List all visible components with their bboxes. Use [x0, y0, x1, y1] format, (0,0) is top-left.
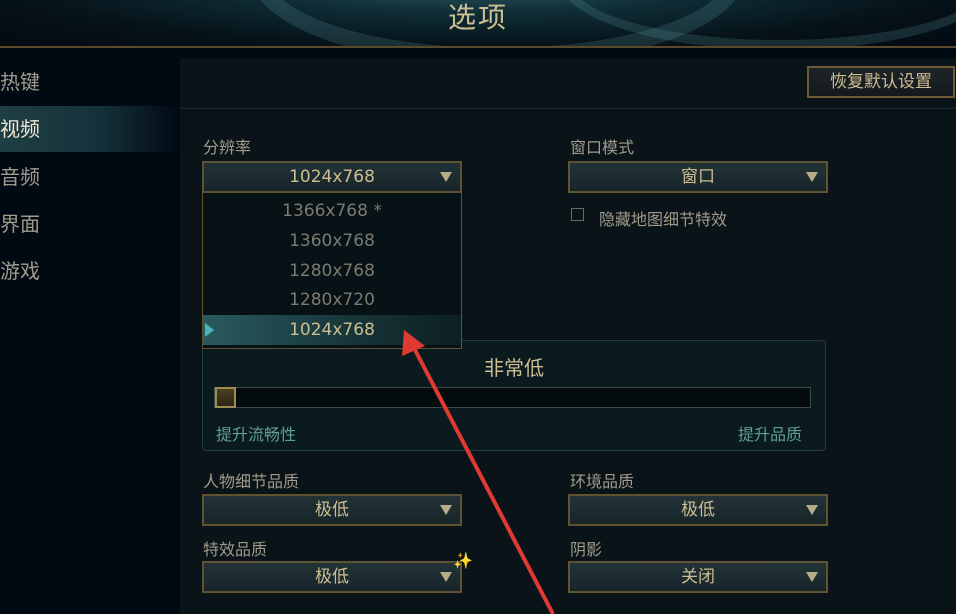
window-mode-value: 窗口 [681, 167, 715, 187]
resolution-option[interactable]: 1366x768 * [203, 196, 461, 226]
selection-marker-icon [205, 323, 214, 337]
sidebar-item-audio[interactable]: 音频 [0, 154, 178, 200]
window-mode-label: 窗口模式 [570, 138, 635, 157]
resolution-option-selected[interactable]: 1024x768 [203, 315, 461, 345]
chevron-down-icon [806, 505, 818, 515]
panel-divider [180, 108, 956, 109]
character-quality-label: 人物细节品质 [203, 472, 300, 491]
resolution-dropdown-list: 1366x768 * 1360x768 1280x768 1280x720 10… [202, 193, 462, 349]
sidebar-item-interface[interactable]: 界面 [0, 201, 178, 247]
slider-right-hint: 提升品质 [738, 425, 803, 444]
shadows-label: 阴影 [570, 540, 603, 559]
environment-quality-label: 环境品质 [570, 472, 635, 491]
page-title: 选项 [447, 1, 508, 34]
hide-map-effects-label: 隐藏地图细节特效 [599, 210, 728, 229]
character-quality-select[interactable]: 极低 [202, 494, 462, 526]
resolution-option-label: 1024x768 [289, 320, 375, 340]
character-quality-value: 极低 [315, 500, 349, 520]
sidebar-item-video[interactable]: 视频 [0, 106, 178, 152]
window-mode-select[interactable]: 窗口 [568, 161, 828, 193]
environment-quality-value: 极低 [681, 500, 715, 520]
sidebar-item-hotkeys[interactable]: 热键 [0, 59, 178, 105]
resolution-select[interactable]: 1024x768 [202, 161, 462, 193]
hide-map-effects-checkbox[interactable] [571, 208, 584, 221]
graphics-slider-track[interactable] [214, 387, 811, 408]
chevron-down-icon [806, 572, 818, 582]
sidebar: 热键 视频 音频 界面 游戏 [0, 48, 178, 614]
sidebar-item-game[interactable]: 游戏 [0, 248, 178, 294]
resolution-label: 分辨率 [203, 138, 252, 157]
effects-quality-value: 极低 [315, 567, 349, 587]
chevron-down-icon [440, 505, 452, 515]
resolution-option[interactable]: 1280x720 [203, 285, 461, 315]
chevron-down-icon [440, 572, 452, 582]
reset-defaults-button[interactable]: 恢复默认设置 [807, 66, 955, 98]
resolution-option[interactable]: 1360x768 [203, 226, 461, 256]
graphics-slider-thumb[interactable] [215, 387, 236, 408]
chevron-down-icon [440, 172, 452, 182]
shadows-select[interactable]: 关闭 [568, 561, 828, 593]
resolution-option[interactable]: 1280x768 [203, 256, 461, 286]
chevron-down-icon [806, 172, 818, 182]
magic-wand-icon: ✨ [453, 551, 473, 570]
slider-left-hint: 提升流畅性 [216, 425, 297, 444]
effects-quality-label: 特效品质 [203, 540, 268, 559]
shadows-value: 关闭 [681, 567, 715, 587]
graphics-quality-value: 非常低 [484, 356, 544, 380]
environment-quality-select[interactable]: 极低 [568, 494, 828, 526]
effects-quality-select[interactable]: 极低 [202, 561, 462, 593]
resolution-value: 1024x768 [289, 167, 375, 187]
